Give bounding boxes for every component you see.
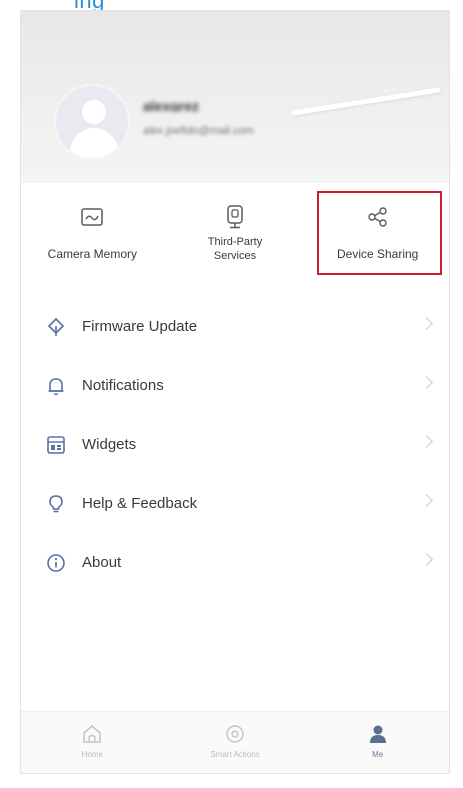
phone-screen: alexgrez alex.joefido@mail.com Camera Me… bbox=[20, 10, 450, 774]
profile-icon bbox=[367, 722, 389, 746]
camera-memory-label: Camera Memory bbox=[47, 247, 138, 261]
avatar-body bbox=[70, 128, 118, 158]
chevron-right-icon bbox=[420, 376, 433, 389]
bell-icon bbox=[45, 375, 67, 397]
menu-item-firmware-update[interactable]: Firmware Update bbox=[21, 297, 449, 356]
screenshot-canvas: ing alexgrez alex.joefido@mail.com Camer… bbox=[0, 0, 463, 788]
tab-label: Me bbox=[372, 750, 384, 759]
menu-item-notifications[interactable]: Notifications bbox=[21, 356, 449, 415]
chevron-right-icon bbox=[420, 317, 433, 330]
share-icon bbox=[367, 205, 389, 229]
menu-item-label: Widgets bbox=[82, 436, 137, 453]
device-sharing-label: Device Sharing bbox=[336, 247, 419, 261]
quick-actions: Camera Memory Third-Party Services Devic… bbox=[21, 183, 449, 291]
tab-home[interactable]: Home bbox=[21, 712, 164, 773]
bottom-tab-bar: Home Smart Actions Me bbox=[21, 711, 449, 773]
tab-me[interactable]: Me bbox=[306, 712, 449, 773]
camera-memory-icon bbox=[81, 205, 104, 229]
tab-label: Smart Actions bbox=[210, 750, 260, 759]
menu-item-label: About bbox=[82, 554, 122, 571]
device-sharing-button[interactable]: Device Sharing bbox=[306, 183, 449, 291]
profile-header: alexgrez alex.joefido@mail.com bbox=[21, 11, 449, 211]
info-icon bbox=[45, 552, 67, 574]
menu-item-about[interactable]: About bbox=[21, 533, 449, 592]
chevron-right-icon bbox=[420, 494, 433, 507]
avatar[interactable] bbox=[54, 84, 130, 160]
chevron-right-icon bbox=[420, 435, 433, 448]
menu-item-label: Help & Feedback bbox=[82, 495, 198, 512]
widgets-icon bbox=[45, 434, 67, 456]
lightbulb-icon bbox=[45, 493, 67, 515]
menu-item-label: Notifications bbox=[82, 377, 164, 394]
third-party-icon bbox=[226, 205, 244, 229]
smart-actions-icon bbox=[224, 722, 246, 746]
third-party-services-button[interactable]: Third-Party Services bbox=[164, 183, 307, 291]
avatar-head bbox=[82, 100, 106, 124]
menu-item-widgets[interactable]: Widgets bbox=[21, 415, 449, 474]
firmware-icon bbox=[45, 316, 67, 338]
settings-menu: Firmware Update Notifications Widgets He… bbox=[21, 297, 449, 592]
chevron-right-icon bbox=[420, 553, 433, 566]
tab-label: Home bbox=[81, 750, 103, 759]
third-party-services-label: Third-Party Services bbox=[207, 236, 263, 262]
tab-smart-actions[interactable]: Smart Actions bbox=[164, 712, 307, 773]
user-email: alex.joefido@mail.com bbox=[143, 125, 254, 137]
menu-item-help-feedback[interactable]: Help & Feedback bbox=[21, 474, 449, 533]
camera-memory-button[interactable]: Camera Memory bbox=[21, 183, 164, 291]
username[interactable]: alexgrez bbox=[143, 98, 233, 112]
home-icon bbox=[81, 722, 103, 746]
menu-item-label: Firmware Update bbox=[82, 318, 198, 335]
background-lamp bbox=[291, 87, 441, 116]
